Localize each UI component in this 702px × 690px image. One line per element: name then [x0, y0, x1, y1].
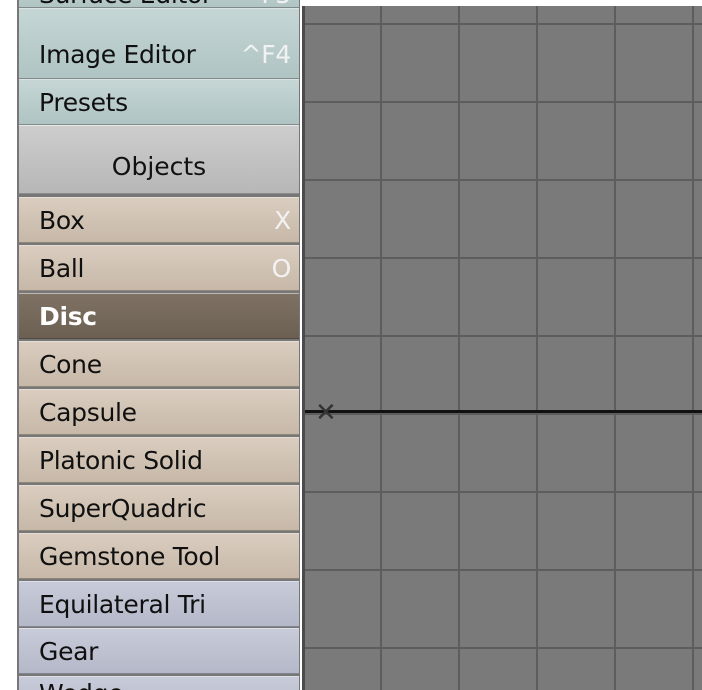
menu-item-label: Platonic Solid	[39, 445, 203, 475]
menu-item-label: Box	[39, 205, 85, 235]
menu-item-label: Equilateral Tri	[39, 589, 206, 619]
modeler-window: Surface Editor F5 Image Editor ^F4 Prese…	[0, 0, 702, 690]
menu-item-equilateral-tri[interactable]: Equilateral Tri	[19, 581, 299, 627]
menu-item-label: Image Editor	[39, 40, 196, 69]
menu-item-capsule[interactable]: Capsule	[19, 389, 299, 435]
menu-item-wedge[interactable]: Wedge	[19, 676, 299, 690]
menu-item-gemstone-tool[interactable]: Gemstone Tool	[19, 533, 299, 579]
menu-item-gear[interactable]: Gear	[19, 628, 299, 674]
menu-item-shortcut: ^F4	[240, 40, 292, 69]
section-title: Objects	[111, 152, 207, 181]
menu-item-label: Capsule	[39, 397, 137, 427]
menu-item-shortcut: O	[271, 253, 292, 283]
menu-item-superquadric[interactable]: SuperQuadric	[19, 485, 299, 531]
menu-item-shortcut: X	[274, 205, 291, 235]
menu-item-label: Ball	[39, 253, 85, 283]
menu-item-label: Wedge	[39, 679, 124, 690]
menu-item-platonic-solid[interactable]: Platonic Solid	[19, 437, 299, 483]
menu-item-label: Disc	[39, 301, 97, 331]
menu-item-surface-editor[interactable]: Surface Editor F5	[19, 0, 299, 8]
menu-item-label: Gear	[39, 636, 99, 666]
viewport-grid[interactable]: ✕	[302, 6, 702, 690]
menu-item-cone[interactable]: Cone	[19, 341, 299, 387]
menu-item-label: Cone	[39, 349, 102, 379]
menu-item-image-editor[interactable]: Image Editor ^F4	[19, 8, 299, 79]
menu-item-disc[interactable]: Disc	[19, 293, 299, 339]
menu-item-shortcut: F5	[261, 0, 291, 7]
axis-line	[305, 410, 702, 413]
menu-item-label: SuperQuadric	[39, 493, 207, 523]
menu-item-label: Presets	[39, 87, 128, 117]
menu-item-ball[interactable]: Ball O	[19, 245, 299, 291]
menu-item-presets[interactable]: Presets	[19, 79, 299, 125]
menu-item-label: Surface Editor	[39, 0, 212, 7]
objects-section-header: Objects	[19, 125, 299, 194]
crosshair-icon: ✕	[315, 398, 337, 428]
menu-item-box[interactable]: Box X	[19, 197, 299, 243]
menu-item-label: Gemstone Tool	[39, 541, 221, 571]
toolbar-sidebar: Surface Editor F5 Image Editor ^F4 Prese…	[17, 0, 300, 690]
